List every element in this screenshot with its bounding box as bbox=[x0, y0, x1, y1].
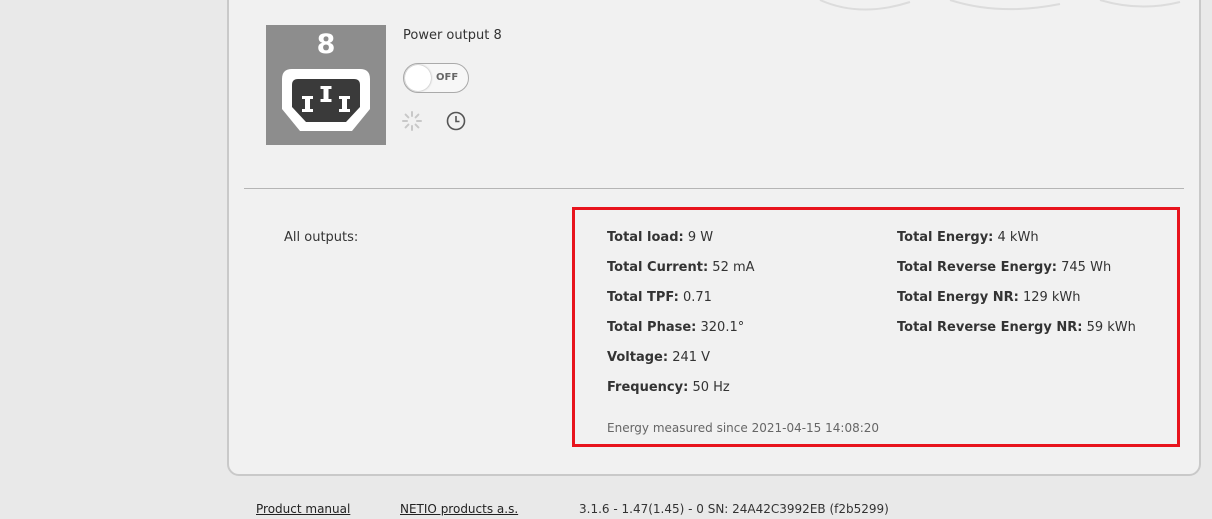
stat-value: 4 kWh bbox=[997, 230, 1039, 245]
footer-company: NETIO products a.s. bbox=[400, 502, 518, 516]
stat-total-load: Total load: 9 W bbox=[607, 230, 713, 245]
stat-key: Frequency: bbox=[607, 380, 689, 395]
stat-value: 129 kWh bbox=[1022, 290, 1081, 305]
stat-key: Total Phase: bbox=[607, 320, 697, 335]
stat-value: 52 mA bbox=[712, 260, 755, 275]
stat-key: Total Reverse Energy: bbox=[897, 260, 1057, 275]
stat-key: Total Energy: bbox=[897, 230, 994, 245]
toggle-knob bbox=[405, 65, 431, 91]
output-number: 8 bbox=[316, 29, 336, 60]
stat-total-energy: Total Energy: 4 kWh bbox=[897, 230, 1039, 245]
footer-version: 3.1.6 - 1.47(1.45) - 0 SN: 24A42C3992EB … bbox=[579, 502, 889, 516]
stat-value: 745 Wh bbox=[1061, 260, 1112, 275]
stat-value: 9 W bbox=[687, 230, 714, 245]
all-outputs-label: All outputs: bbox=[284, 230, 359, 245]
stat-value: 241 V bbox=[672, 350, 711, 365]
output-toggle[interactable]: OFF bbox=[403, 63, 469, 93]
stat-frequency: Frequency: 50 Hz bbox=[607, 380, 730, 395]
background-watermark bbox=[819, 0, 1181, 11]
stat-voltage: Voltage: 241 V bbox=[607, 350, 710, 365]
power-socket-icon bbox=[282, 69, 370, 131]
stat-value: 320.1° bbox=[700, 320, 745, 335]
toggle-state-label: OFF bbox=[436, 72, 459, 83]
stat-key: Total load: bbox=[607, 230, 684, 245]
stat-key: Voltage: bbox=[607, 350, 669, 365]
stat-total-tpf: Total TPF: 0.71 bbox=[607, 290, 712, 305]
stat-value: 59 kWh bbox=[1086, 320, 1136, 335]
output-name: Power output 8 bbox=[403, 28, 502, 43]
section-divider bbox=[244, 188, 1184, 189]
clock-icon[interactable] bbox=[445, 110, 467, 132]
footer-manual: Product manual bbox=[256, 502, 350, 516]
stat-total-reverse-energy: Total Reverse Energy: 745 Wh bbox=[897, 260, 1111, 275]
energy-measured-since: Energy measured since 2021-04-15 14:08:2… bbox=[607, 421, 880, 435]
product-manual-link[interactable]: Product manual bbox=[256, 502, 350, 516]
stat-total-reverse-energy-nr: Total Reverse Energy NR: 59 kWh bbox=[897, 320, 1136, 335]
stat-value: 50 Hz bbox=[692, 380, 730, 395]
stat-total-phase: Total Phase: 320.1° bbox=[607, 320, 744, 335]
stat-key: Total Reverse Energy NR: bbox=[897, 320, 1083, 335]
stat-value: 0.71 bbox=[682, 290, 712, 305]
stat-key: Total TPF: bbox=[607, 290, 679, 305]
stat-key: Total Energy NR: bbox=[897, 290, 1019, 305]
company-link[interactable]: NETIO products a.s. bbox=[400, 502, 518, 516]
stat-total-current: Total Current: 52 mA bbox=[607, 260, 755, 275]
spinner-icon bbox=[402, 111, 422, 131]
output-tile[interactable]: 8 bbox=[266, 25, 386, 145]
stat-total-energy-nr: Total Energy NR: 129 kWh bbox=[897, 290, 1081, 305]
stat-key: Total Current: bbox=[607, 260, 709, 275]
